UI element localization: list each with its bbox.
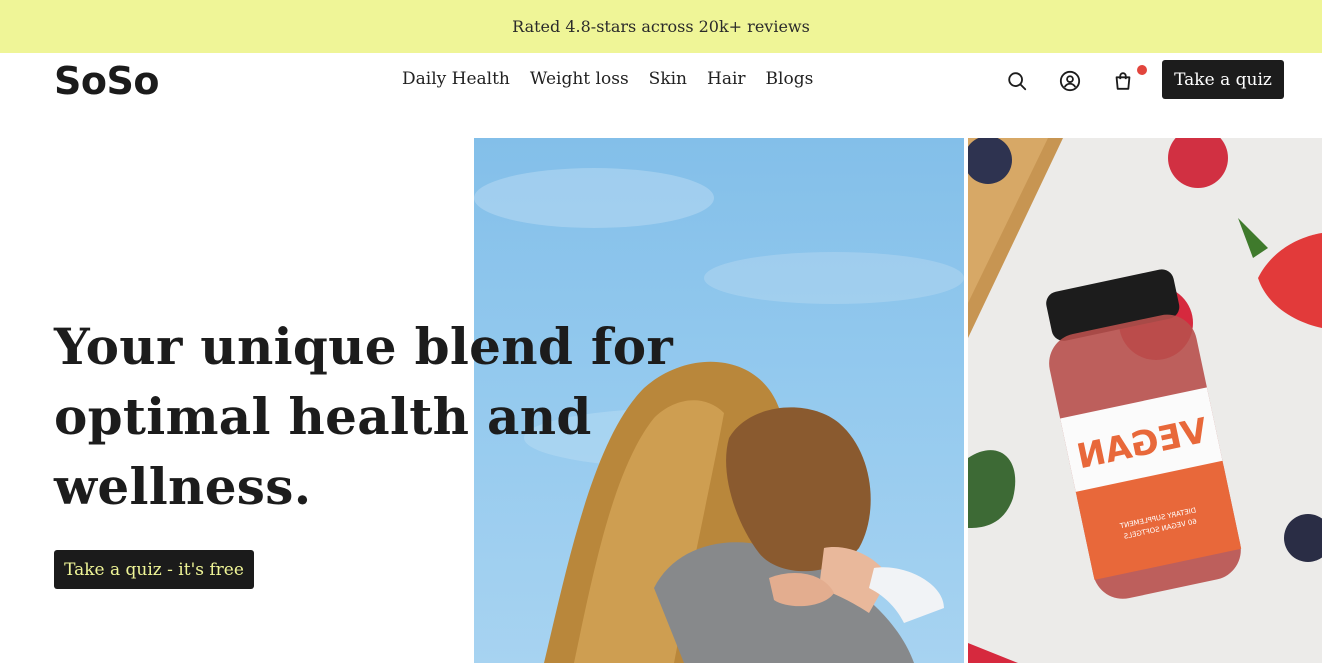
search-button[interactable]: [1003, 67, 1031, 95]
nav-item-hair[interactable]: Hair: [697, 69, 756, 89]
hero-headline: Your unique blend for optimal health and…: [54, 317, 674, 516]
nav-item-daily-health[interactable]: Daily Health: [392, 69, 520, 89]
main-nav: Daily Health Weight loss Skin Hair Blogs: [392, 69, 823, 89]
search-icon: [1008, 72, 1027, 91]
nav-item-weight-loss[interactable]: Weight loss: [520, 69, 639, 89]
product-image-vegan-supplement: VEGAN DIETARY SUPPLEMENT 60 VEGAN SOFTGE…: [968, 138, 1322, 663]
logo[interactable]: SoSo: [54, 59, 159, 103]
account-button[interactable]: [1056, 67, 1084, 95]
take-quiz-button[interactable]: Take a quiz: [1162, 60, 1284, 99]
hero-quiz-button[interactable]: Take a quiz - it's free: [54, 550, 254, 589]
site-header: SoSo Daily Health Weight loss Skin Hair …: [0, 53, 1322, 138]
announcement-bar: Rated 4.8-stars across 20k+ reviews: [0, 0, 1322, 53]
nav-item-skin[interactable]: Skin: [639, 69, 697, 89]
nav-item-blogs[interactable]: Blogs: [756, 69, 824, 89]
cart-button[interactable]: [1109, 67, 1137, 95]
user-circle-icon: [1059, 70, 1081, 92]
cart-indicator-dot: [1137, 65, 1147, 75]
announcement-text: Rated 4.8-stars across 20k+ reviews: [512, 17, 810, 36]
shopping-bag-icon: [1115, 72, 1131, 90]
